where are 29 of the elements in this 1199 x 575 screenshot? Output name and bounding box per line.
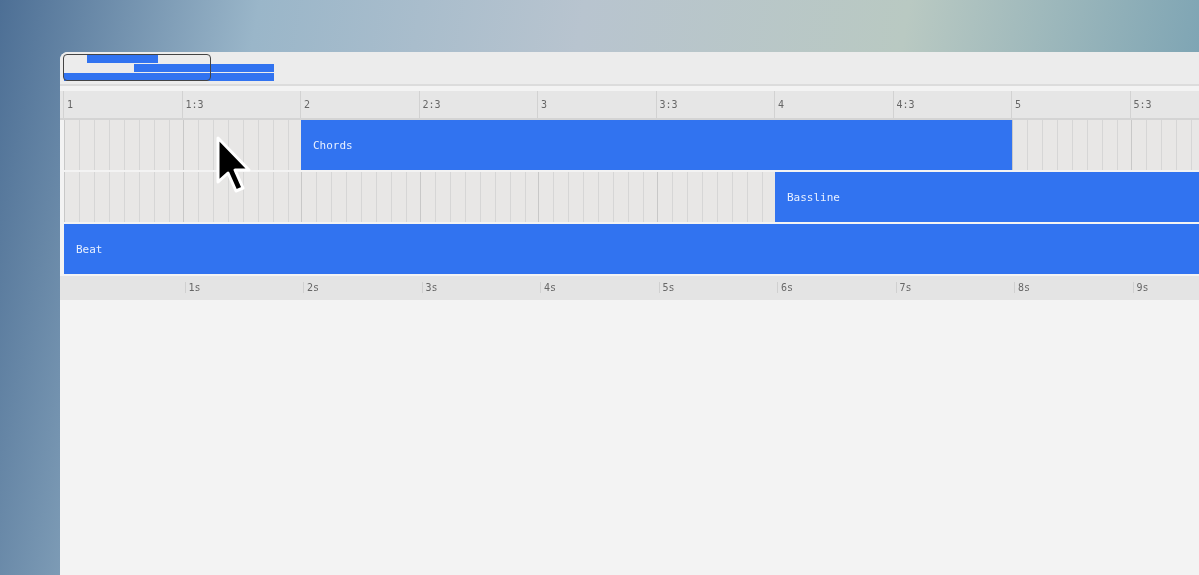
bar-label: 3:3 [658, 99, 678, 110]
clip-segment[interactable] [301, 120, 420, 170]
clip-segment[interactable] [64, 224, 183, 274]
bar-label: 4:3 [895, 99, 915, 110]
bar-label: 5:3 [1132, 99, 1152, 110]
clip-segment[interactable] [893, 120, 1012, 170]
time-label: 4s [540, 282, 557, 293]
time-label: 8s [1014, 282, 1031, 293]
bar-label: 3 [540, 99, 548, 110]
clip-segment[interactable] [1130, 224, 1199, 274]
clip-name: Beat [76, 243, 103, 256]
time-label: 6s [777, 282, 794, 293]
bar-label: 1:3 [184, 99, 204, 110]
time-label: 7s [895, 282, 912, 293]
time-label: 9s [1132, 282, 1149, 293]
clip-name: Chords [313, 139, 353, 152]
bar-label: 2 [303, 99, 311, 110]
bar-label: 1 [66, 99, 74, 110]
time-label: 5s [658, 282, 675, 293]
bar-label: 4 [777, 99, 785, 110]
bar-label: 2:3 [421, 99, 441, 110]
clip-segment[interactable] [775, 172, 894, 222]
clip-name: Bassline [787, 191, 840, 204]
time-label: 1s [184, 282, 201, 293]
overview-viewport[interactable] [63, 54, 211, 81]
clip-segment[interactable] [1130, 172, 1199, 222]
time-label: 2s [303, 282, 320, 293]
time-label: 3s [421, 282, 438, 293]
bar-label: 5 [1014, 99, 1022, 110]
